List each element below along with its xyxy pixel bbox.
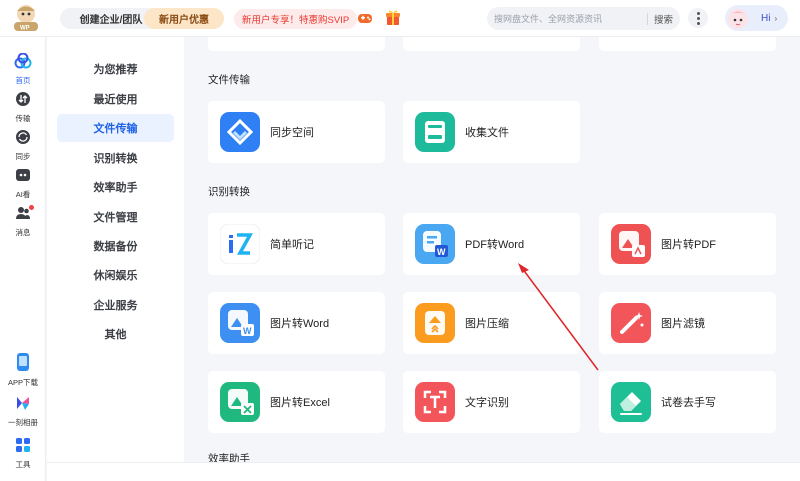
transfer-icon — [15, 91, 31, 112]
tool-content: 文件传输 同步空间 收集文件 识别转换 简单听记 W PDF转Word 图片转P… — [185, 37, 800, 462]
nav-sync-label: 同步 — [15, 152, 31, 161]
section-title-file-transfer: 文件传输 — [208, 74, 250, 86]
gift-icon[interactable] — [385, 9, 401, 31]
category-recognition[interactable]: 识别转换 — [57, 144, 174, 172]
tool-card-image-compress[interactable]: 图片压缩 — [403, 292, 580, 354]
nav-transfer[interactable]: 传输 — [0, 91, 46, 124]
category-enterprise[interactable]: 企业服务 — [57, 291, 174, 319]
category-file-management[interactable]: 文件管理 — [57, 203, 174, 231]
avatar[interactable] — [725, 5, 751, 31]
tool-card-erase-handwriting[interactable]: 试卷去手写 — [599, 371, 776, 433]
unread-dot — [29, 205, 34, 210]
card-stub — [208, 37, 385, 51]
tool-card-image-filter[interactable]: 图片滤镜 — [599, 292, 776, 354]
image-to-pdf-icon — [611, 224, 651, 264]
search-divider — [647, 12, 648, 25]
tool-card-label: 图片滤镜 — [661, 318, 705, 330]
tool-card-label: 同步空间 — [270, 127, 314, 139]
phone-icon — [15, 353, 31, 376]
category-file-transfer[interactable]: 文件传输 — [57, 114, 174, 142]
tool-card-label: 图片转Word — [270, 318, 330, 330]
category-nav: 为您推荐 最近使用 文件传输 识别转换 效率助手 文件管理 数据备份 休闲娱乐 … — [47, 37, 184, 462]
collect-file-icon — [415, 112, 455, 152]
nav-transfer-label: 传输 — [15, 114, 31, 123]
category-backup[interactable]: 数据备份 — [57, 232, 174, 260]
section-title-recognition: 识别转换 — [208, 186, 250, 198]
nav-sync[interactable]: 同步 — [0, 129, 46, 162]
nav-home[interactable]: 首页 — [0, 52, 46, 86]
tool-card-collect-file[interactable]: 收集文件 — [403, 101, 580, 163]
tool-card-label: 收集文件 — [465, 127, 509, 139]
category-leisure[interactable]: 休闲娱乐 — [57, 261, 174, 289]
tool-card-label: 图片压缩 — [465, 318, 509, 330]
section-title-efficiency: 效率助手 — [208, 453, 250, 462]
home-icon — [14, 52, 32, 74]
sync-space-icon — [220, 112, 260, 152]
tool-card-label: 简单听记 — [270, 239, 314, 251]
top-bar: WP 创建企业/团队 新用户优惠 新用户专享！特惠购SVIP 搜网盘文件、全网资… — [0, 0, 800, 37]
tool-card-label: 试卷去手写 — [661, 397, 716, 409]
pdf-to-word-icon: W — [415, 224, 455, 264]
nav-app-download-label: APP下载 — [7, 378, 38, 387]
left-icon-nav: 首页 传输 同步 AI看 消息 APP下载 一刻相册 工具 — [0, 37, 46, 481]
bottom-bar — [47, 462, 800, 481]
image-to-word-icon: W — [220, 303, 260, 343]
card-stub — [599, 37, 776, 51]
sync-icon — [15, 129, 31, 150]
tools-icon — [15, 437, 31, 458]
nav-album-label: 一刻相册 — [8, 418, 38, 427]
app-logo[interactable]: WP — [11, 2, 41, 32]
tool-card-label: 图片转PDF — [661, 239, 716, 251]
tool-card-label: 文字识别 — [465, 397, 509, 409]
image-to-excel-icon — [220, 382, 260, 422]
logo-badge: WP — [20, 26, 30, 32]
image-compress-icon — [415, 303, 455, 343]
nav-album[interactable]: 一刻相册 — [0, 395, 46, 428]
nav-tools[interactable]: 工具 — [0, 437, 46, 470]
album-icon — [15, 395, 31, 416]
svg-text:W: W — [437, 247, 446, 257]
search-button[interactable]: 搜索 — [654, 12, 673, 26]
tool-card-ocr[interactable]: 文字识别 — [403, 371, 580, 433]
ocr-icon — [415, 382, 455, 422]
tool-card-label: PDF转Word — [465, 239, 525, 251]
tool-card-sync-space[interactable]: 同步空间 — [208, 101, 385, 163]
tool-card-pdf-to-word[interactable]: W PDF转Word — [403, 213, 580, 275]
category-recent[interactable]: 最近使用 — [57, 85, 174, 113]
new-user-offer-button[interactable]: 新用户优惠 — [144, 8, 224, 29]
tool-card-image-to-word[interactable]: W 图片转Word — [208, 292, 385, 354]
nav-app-download[interactable]: APP下载 — [0, 353, 46, 388]
svg-text:W: W — [243, 326, 252, 336]
erase-handwriting-icon — [611, 382, 651, 422]
nav-ai[interactable]: AI看 — [0, 167, 46, 200]
category-recommended[interactable]: 为您推荐 — [57, 55, 174, 83]
card-stub — [403, 37, 580, 51]
tool-card-simple-note[interactable]: 简单听记 — [208, 213, 385, 275]
tool-card-image-to-pdf[interactable]: 图片转PDF — [599, 213, 776, 275]
more-menu-icon[interactable] — [688, 8, 708, 28]
ai-icon — [15, 167, 31, 188]
search-input[interactable]: 搜网盘文件、全网资源资讯 — [494, 12, 641, 25]
image-filter-icon — [611, 303, 651, 343]
note-icon — [219, 223, 261, 265]
category-other[interactable]: 其他 — [57, 320, 174, 348]
nav-ai-label: AI看 — [15, 190, 31, 199]
tool-card-image-to-excel[interactable]: 图片转Excel — [208, 371, 385, 433]
user-profile[interactable]: Hi › — [725, 5, 788, 31]
nav-home-label: 首页 — [15, 76, 31, 85]
game-icon[interactable] — [357, 10, 373, 31]
profile-greeting: Hi — [761, 12, 771, 24]
nav-message[interactable]: 消息 — [0, 205, 46, 238]
search-box[interactable]: 搜网盘文件、全网资源资讯 搜索 — [487, 7, 680, 30]
chevron-right-icon: › — [774, 13, 778, 23]
nav-tools-label: 工具 — [15, 460, 31, 469]
nav-message-label: 消息 — [15, 228, 31, 237]
category-efficiency[interactable]: 效率助手 — [57, 173, 174, 201]
svip-promo-link[interactable]: 新用户专享！特惠购SVIP — [234, 9, 358, 29]
tool-card-label: 图片转Excel — [270, 397, 330, 409]
